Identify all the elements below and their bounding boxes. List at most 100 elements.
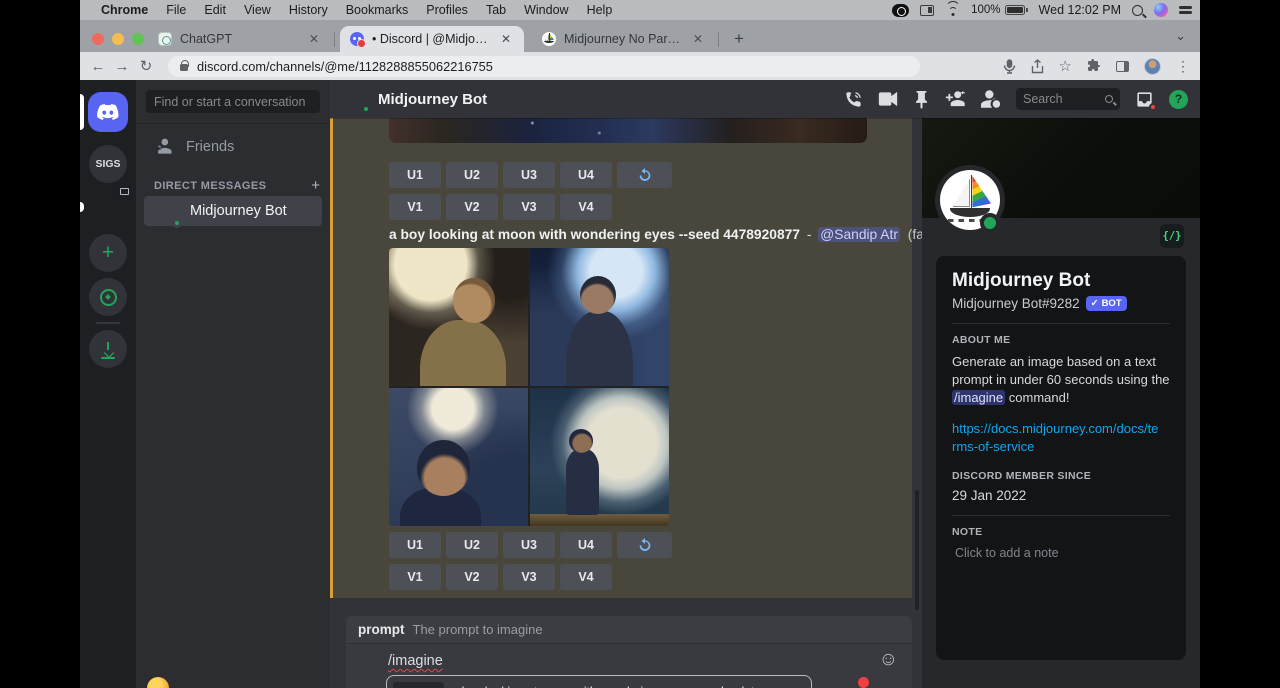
add-friend-icon[interactable] bbox=[945, 91, 966, 108]
v3-button[interactable]: V3 bbox=[503, 194, 555, 220]
reload-button[interactable]: ↻ bbox=[134, 57, 158, 75]
menu-bookmarks[interactable]: Bookmarks bbox=[346, 3, 409, 17]
menu-app-name[interactable]: Chrome bbox=[101, 3, 148, 17]
explore-servers-button[interactable] bbox=[89, 278, 127, 316]
tab-close-icon[interactable]: ✕ bbox=[690, 32, 706, 46]
home-dm-button[interactable] bbox=[88, 92, 128, 132]
message-composer[interactable]: /imagine ☺ prompt a boy looking at moon … bbox=[346, 643, 912, 688]
inbox-icon[interactable] bbox=[1135, 90, 1154, 109]
siri-icon[interactable] bbox=[1154, 3, 1168, 17]
previous-grid-image-bottom[interactable] bbox=[389, 118, 867, 143]
side-panel-icon[interactable] bbox=[1116, 61, 1129, 72]
chat-scrollbar-thumb[interactable] bbox=[915, 490, 919, 610]
imagine-command-chip[interactable]: /imagine bbox=[952, 390, 1005, 405]
grid-image-3[interactable] bbox=[389, 388, 528, 526]
u1-button[interactable]: U1 bbox=[389, 532, 441, 558]
grid-image-1[interactable] bbox=[389, 248, 528, 386]
pin-icon[interactable] bbox=[913, 90, 930, 109]
video-call-icon[interactable] bbox=[878, 91, 898, 107]
menu-file[interactable]: File bbox=[166, 3, 186, 17]
add-server-button[interactable]: + bbox=[89, 234, 127, 272]
u2-button[interactable]: U2 bbox=[446, 162, 498, 188]
tab-discord[interactable]: • Discord | @Midjourney Bot ✕ bbox=[340, 26, 524, 52]
share-icon[interactable] bbox=[1031, 59, 1044, 74]
v1-button[interactable]: V1 bbox=[389, 564, 441, 590]
forward-button[interactable]: → bbox=[110, 58, 134, 75]
emoji-picker-icon[interactable]: ☺ bbox=[879, 650, 898, 669]
command-option-bar[interactable]: prompt The prompt to imagine bbox=[346, 616, 912, 643]
chat-search-placeholder: Search bbox=[1023, 92, 1063, 106]
u3-button[interactable]: U3 bbox=[503, 162, 555, 188]
lock-icon[interactable] bbox=[180, 64, 188, 71]
v1-button[interactable]: V1 bbox=[389, 194, 441, 220]
menu-window[interactable]: Window bbox=[524, 3, 568, 17]
menubar-clock[interactable]: Wed 12:02 PM bbox=[1039, 3, 1121, 17]
menu-view[interactable]: View bbox=[244, 3, 271, 17]
rerun-button[interactable] bbox=[617, 162, 672, 188]
option-field-value[interactable]: a boy looking at moon with wondering eye… bbox=[451, 685, 812, 688]
sidebar-item-friends[interactable]: Friends bbox=[144, 132, 322, 162]
v2-button[interactable]: V2 bbox=[446, 194, 498, 220]
conversation-search-button[interactable]: Find or start a conversation bbox=[146, 90, 320, 113]
server-sigs[interactable]: SIGS bbox=[89, 145, 127, 183]
v4-button[interactable]: V4 bbox=[560, 564, 612, 590]
prompt-option-field[interactable]: prompt a boy looking at moon with wonder… bbox=[386, 675, 812, 688]
menu-tab[interactable]: Tab bbox=[486, 3, 506, 17]
chrome-tabstrip: ChatGPT ✕ • Discord | @Midjourney Bot ✕ … bbox=[80, 20, 1200, 52]
menu-history[interactable]: History bbox=[289, 3, 328, 17]
help-icon[interactable]: ? bbox=[1169, 90, 1188, 109]
new-tab-button[interactable]: + bbox=[728, 29, 750, 49]
tab-midjourney-docs[interactable]: Midjourney No Parameter ✕ bbox=[532, 26, 716, 52]
minimize-window-button[interactable] bbox=[112, 33, 124, 45]
address-bar[interactable]: discord.com/channels/@me/112828885506221… bbox=[168, 56, 920, 77]
menu-edit[interactable]: Edit bbox=[204, 3, 226, 17]
menu-help[interactable]: Help bbox=[587, 3, 613, 17]
dm-midjourney-bot-rail[interactable] bbox=[89, 188, 127, 226]
discord-logo-icon bbox=[96, 103, 120, 121]
voice-call-icon[interactable] bbox=[844, 90, 863, 109]
generated-image-grid[interactable] bbox=[389, 248, 669, 526]
chrome-profile-avatar[interactable] bbox=[1144, 58, 1161, 75]
member-profile-icon[interactable] bbox=[981, 90, 1001, 108]
user-mention[interactable]: @Sandip Atr bbox=[818, 227, 900, 242]
slash-command-text[interactable]: /imagine bbox=[388, 653, 443, 669]
toolbar-actions: ☆ ⋮ bbox=[1003, 52, 1190, 80]
wifi-icon[interactable] bbox=[945, 5, 960, 16]
discord-app: SIGS + Find or start a conversation bbox=[80, 80, 1200, 688]
v3-button[interactable]: V3 bbox=[503, 564, 555, 590]
note-input-placeholder[interactable]: Click to add a note bbox=[952, 546, 1170, 560]
download-apps-button[interactable] bbox=[89, 330, 127, 368]
create-dm-icon[interactable]: + bbox=[311, 177, 320, 194]
tab-close-icon[interactable]: ✕ bbox=[498, 32, 514, 46]
microphone-icon[interactable] bbox=[1003, 59, 1016, 74]
dm-item-midjourney-bot[interactable]: Midjourney Bot bbox=[144, 196, 322, 226]
spotlight-search-icon[interactable] bbox=[1132, 5, 1143, 16]
back-button[interactable]: ← bbox=[86, 58, 110, 75]
tab-chatgpt[interactable]: ChatGPT ✕ bbox=[148, 26, 332, 52]
bookmark-star-icon[interactable]: ☆ bbox=[1059, 57, 1072, 75]
chat-search-input[interactable]: Search bbox=[1016, 88, 1120, 110]
window-manager-icon[interactable] bbox=[920, 5, 934, 16]
tab-search-chevron-icon[interactable]: ⌄ bbox=[1175, 28, 1186, 44]
u2-button[interactable]: U2 bbox=[446, 532, 498, 558]
grid-image-4[interactable] bbox=[530, 388, 669, 526]
about-text-2: command! bbox=[1009, 390, 1070, 405]
grid-image-2[interactable] bbox=[530, 248, 669, 386]
chrome-menu-icon[interactable]: ⋮ bbox=[1176, 58, 1190, 75]
extensions-icon[interactable] bbox=[1087, 59, 1101, 73]
tab-close-icon[interactable]: ✕ bbox=[306, 32, 322, 46]
menu-profiles[interactable]: Profiles bbox=[426, 3, 468, 17]
u3-button[interactable]: U3 bbox=[503, 532, 555, 558]
u4-button[interactable]: U4 bbox=[560, 532, 612, 558]
terms-link[interactable]: https://docs.midjourney.com/docs/terms-o… bbox=[952, 420, 1162, 456]
home-selected-indicator bbox=[80, 94, 84, 130]
rerun-button[interactable] bbox=[617, 532, 672, 558]
control-center-icon[interactable] bbox=[1179, 6, 1192, 13]
close-window-button[interactable] bbox=[92, 33, 104, 45]
v2-button[interactable]: V2 bbox=[446, 564, 498, 590]
u1-button[interactable]: U1 bbox=[389, 162, 441, 188]
url-text[interactable]: discord.com/channels/@me/112828885506221… bbox=[197, 59, 493, 74]
u4-button[interactable]: U4 bbox=[560, 162, 612, 188]
zoom-window-button[interactable] bbox=[132, 33, 144, 45]
v4-button[interactable]: V4 bbox=[560, 194, 612, 220]
